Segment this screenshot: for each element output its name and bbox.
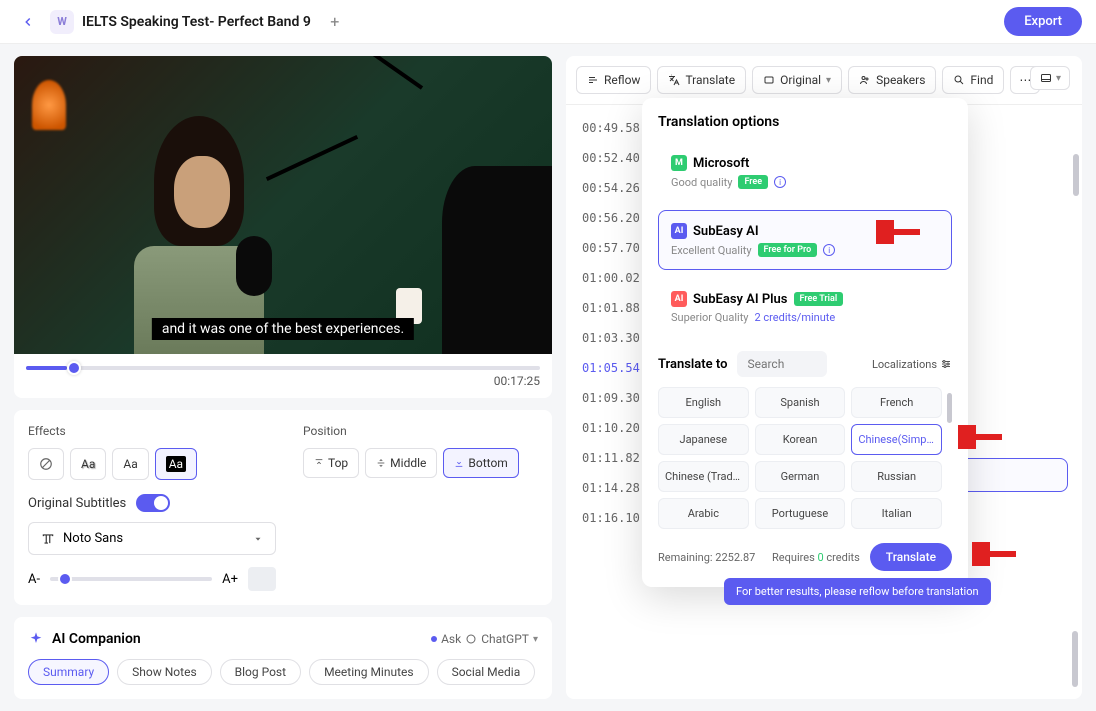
- font-size-slider[interactable]: [50, 577, 212, 581]
- speakers-button[interactable]: Speakers: [848, 66, 936, 94]
- language-option[interactable]: German: [755, 461, 846, 492]
- seek-bar[interactable]: [26, 366, 540, 370]
- language-option[interactable]: Russian: [851, 461, 942, 492]
- localizations-button[interactable]: Localizations: [872, 358, 952, 371]
- sparkle-icon: [28, 631, 44, 647]
- language-scrollbar[interactable]: [947, 393, 952, 423]
- effects-card: Effects Aa Aa Aa Position Top Middle Bot…: [14, 410, 552, 605]
- ai-ask-selector[interactable]: Ask ChatGPT ▾: [431, 632, 538, 646]
- translate-confirm-button[interactable]: Translate: [870, 543, 952, 571]
- reflow-tip: For better results, please reflow before…: [724, 578, 991, 605]
- original-subtitles-toggle[interactable]: [136, 494, 170, 512]
- ai-tab-meeting-minutes[interactable]: Meeting Minutes: [309, 659, 429, 685]
- video-player-card: and it was one of the best experiences. …: [14, 56, 552, 398]
- video-caption: and it was one of the best experiences.: [152, 318, 414, 340]
- effect-style-1[interactable]: Aa: [70, 448, 106, 480]
- add-tab-button[interactable]: +: [325, 12, 345, 31]
- position-bottom[interactable]: Bottom: [443, 448, 518, 478]
- language-option[interactable]: Arabic: [658, 498, 749, 529]
- translate-button[interactable]: Translate: [657, 66, 746, 94]
- translation-options-popup: Translation options MMicrosoftGood quali…: [642, 98, 968, 587]
- language-option[interactable]: Korean: [755, 424, 846, 455]
- language-option[interactable]: Chinese (Tradi...: [658, 461, 749, 492]
- language-option[interactable]: Italian: [851, 498, 942, 529]
- annotation-arrow-2: [958, 425, 1004, 449]
- view-mode-button[interactable]: ▾: [1030, 66, 1070, 90]
- language-option[interactable]: Japanese: [658, 424, 749, 455]
- position-top[interactable]: Top: [303, 448, 359, 478]
- video-frame[interactable]: and it was one of the best experiences.: [14, 56, 552, 354]
- language-option[interactable]: Chinese(Simpl...: [851, 424, 942, 455]
- ai-tab-blog-post[interactable]: Blog Post: [220, 659, 301, 685]
- popup-title: Translation options: [658, 114, 952, 130]
- effect-style-3[interactable]: Aa: [155, 448, 197, 480]
- size-minus: A-: [28, 572, 40, 587]
- provider-subeasy-ai-plus[interactable]: AISubEasy AI PlusFree TrialSuperior Qual…: [658, 278, 952, 337]
- language-option[interactable]: English: [658, 387, 749, 418]
- ai-companion-card: AI Companion Ask ChatGPT ▾ Summary Show N…: [14, 617, 552, 699]
- language-option[interactable]: Portuguese: [755, 498, 846, 529]
- language-option[interactable]: French: [851, 387, 942, 418]
- effects-label: Effects: [28, 424, 263, 438]
- position-middle[interactable]: Middle: [365, 448, 437, 478]
- export-button[interactable]: Export: [1004, 7, 1082, 36]
- ai-tab-summary[interactable]: Summary: [28, 659, 109, 685]
- effect-style-2[interactable]: Aa: [112, 448, 148, 480]
- ai-tab-show-notes[interactable]: Show Notes: [117, 659, 211, 685]
- size-value-box[interactable]: [248, 567, 276, 591]
- annotation-arrow-3: [972, 542, 1018, 566]
- required-credits: Requires 0 credits: [772, 551, 860, 564]
- provider-microsoft[interactable]: MMicrosoftGood qualityFreei: [658, 142, 952, 202]
- position-label: Position: [303, 424, 538, 438]
- language-search-input[interactable]: [737, 351, 827, 377]
- page-title: IELTS Speaking Test- Perfect Band 9: [82, 14, 311, 30]
- ai-tab-social-media[interactable]: Social Media: [437, 659, 536, 685]
- back-button[interactable]: [14, 8, 42, 36]
- language-option[interactable]: Spanish: [755, 387, 846, 418]
- panel-scrollbar[interactable]: [1073, 154, 1079, 196]
- annotation-arrow-1: [876, 220, 922, 244]
- translate-to-label: Translate to: [658, 357, 727, 372]
- transcript-scrollbar[interactable]: [1072, 631, 1078, 687]
- chatgpt-icon: [465, 633, 477, 645]
- total-duration: 00:17:25: [26, 374, 540, 388]
- remaining-credits: Remaining: 2252.87: [658, 551, 755, 564]
- app-icon: W: [50, 10, 74, 34]
- ai-companion-title: AI Companion: [52, 631, 141, 647]
- find-button[interactable]: Find: [942, 66, 1004, 94]
- effect-none[interactable]: [28, 448, 64, 480]
- reflow-button[interactable]: Reflow: [576, 66, 651, 94]
- size-plus: A+: [222, 572, 238, 587]
- font-select[interactable]: Noto Sans: [28, 522, 276, 555]
- original-dropdown[interactable]: Original▾: [752, 66, 842, 94]
- original-subtitles-label: Original Subtitles: [28, 496, 126, 511]
